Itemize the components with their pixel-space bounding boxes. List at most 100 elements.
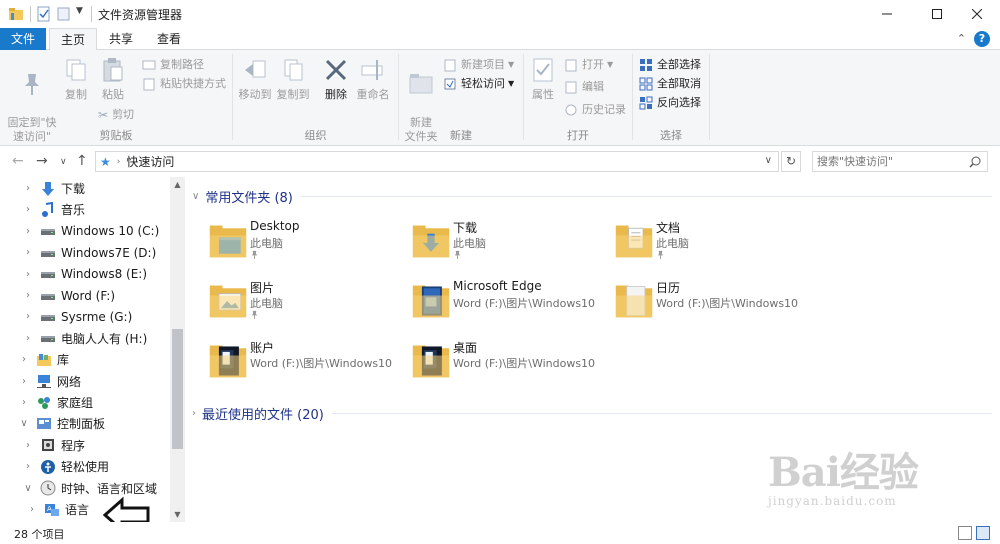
folder-tile[interactable]: 日历 Word (F:)\图片\Windows10 <box>592 277 798 333</box>
collapsed-chevron-icon[interactable]: › <box>22 183 34 194</box>
scroll-up-icon[interactable]: ▲ <box>170 180 185 189</box>
collapsed-chevron-icon[interactable]: › <box>18 354 30 365</box>
minimize-button[interactable] <box>864 0 910 28</box>
nav-scrollbar[interactable]: ▲ ▼ <box>170 177 185 522</box>
nav-item-label: Word (F:) <box>61 288 116 303</box>
folder-tile[interactable]: 图片 此电脑 <box>186 277 386 333</box>
up-button[interactable]: ↑ <box>76 153 88 169</box>
paste-shortcut-button[interactable]: 粘贴快捷方式 <box>142 75 226 93</box>
cut-button[interactable]: ✂ 剪切 <box>98 106 134 124</box>
copy-button[interactable]: 复制 <box>62 56 90 102</box>
back-button[interactable]: ← <box>12 153 24 169</box>
folder-tile[interactable]: 下载 此电脑 <box>389 217 589 273</box>
edit-button[interactable]: 编辑 <box>564 78 604 96</box>
collapse-ribbon-icon[interactable]: ⌃ <box>957 32 966 45</box>
maximize-icon <box>932 9 942 19</box>
collapsed-chevron-icon[interactable]: › <box>22 204 34 215</box>
qa-dropdown-icon[interactable]: ▼ <box>76 6 83 16</box>
nav-item[interactable]: › 电脑人人有 (H:) <box>0 328 170 349</box>
tab-file[interactable]: 文件 <box>0 28 46 50</box>
select-none-icon <box>639 77 653 91</box>
frequent-folders-title: 常用文件夹 (8) <box>205 191 293 206</box>
collapsed-chevron-icon[interactable]: › <box>22 311 34 322</box>
move-to-button[interactable]: 移动到 <box>237 56 273 102</box>
address-dropdown-icon[interactable]: ∨ <box>765 155 772 166</box>
rename-button[interactable]: 重命名 <box>353 56 393 102</box>
collapsed-chevron-icon[interactable]: › <box>22 247 34 258</box>
folder-tile[interactable]: Microsoft Edge Word (F:)\图片\Windows10 <box>389 277 595 333</box>
nav-item[interactable]: › Sysrme (G:) <box>0 306 170 327</box>
refresh-button[interactable]: ↻ <box>781 151 801 172</box>
help-icon[interactable]: ? <box>974 31 990 47</box>
recent-files-header[interactable]: › 最近使用的文件 (20) <box>192 404 992 423</box>
nav-item[interactable]: › 库 <box>0 349 170 370</box>
folder-name: Desktop <box>250 219 300 233</box>
search-box[interactable] <box>812 151 988 172</box>
new-folder-qa-icon[interactable] <box>56 6 72 22</box>
nav-item[interactable]: › Windows7E (D:) <box>0 242 170 263</box>
nav-item[interactable]: › Windows8 (E:) <box>0 264 170 285</box>
collapsed-chevron-icon[interactable]: › <box>26 504 38 515</box>
folder-tile[interactable]: 桌面 Word (F:)\图片\Windows10 <box>389 337 595 393</box>
folder-name: 文档 <box>656 221 681 235</box>
scroll-thumb[interactable] <box>172 329 183 449</box>
collapsed-chevron-icon[interactable]: › <box>18 376 30 387</box>
nav-item[interactable]: › 家庭组 <box>0 392 170 413</box>
nav-item[interactable]: › Windows 10 (C:) <box>0 221 170 242</box>
easy-access-button[interactable]: 轻松访问 ▼ <box>443 75 514 93</box>
collapsed-chevron-icon[interactable]: › <box>18 397 30 408</box>
select-none-button[interactable]: 全部取消 <box>639 75 701 93</box>
collapsed-chevron-icon[interactable]: › <box>22 461 34 472</box>
properties-qa-icon[interactable] <box>36 6 52 22</box>
search-input[interactable] <box>817 155 965 168</box>
address-bar[interactable]: ★ › 快速访问 ∨ <box>95 151 779 172</box>
scroll-down-icon[interactable]: ▼ <box>170 510 185 519</box>
nav-item[interactable]: › 音乐 <box>0 199 170 220</box>
copy-to-button[interactable]: 复制到 <box>275 56 311 102</box>
pin-icon <box>250 310 259 322</box>
nav-item[interactable]: › 下载 <box>0 178 170 199</box>
copy-path-button[interactable]: 复制路径 <box>142 56 204 74</box>
collapsed-chevron-icon[interactable]: › <box>22 440 34 451</box>
details-view-icon[interactable] <box>958 526 972 540</box>
nav-item[interactable]: › 网络 <box>0 371 170 392</box>
tab-view[interactable]: 查看 <box>147 28 191 50</box>
collapsed-chevron-icon[interactable]: › <box>22 269 34 280</box>
collapsed-chevron-icon[interactable]: › <box>22 290 34 301</box>
paste-button[interactable]: 粘贴 <box>96 56 130 102</box>
close-icon <box>972 9 982 19</box>
folder-tile[interactable]: 账户 Word (F:)\图片\Windows10 <box>186 337 392 393</box>
paste-shortcut-label: 粘贴快捷方式 <box>160 77 226 90</box>
new-item-button[interactable]: 新建项目 ▼ <box>443 56 514 74</box>
tab-share[interactable]: 共享 <box>100 28 142 50</box>
clock-icon <box>40 480 56 496</box>
separator <box>30 6 31 22</box>
folder-tile[interactable]: 文档 此电脑 <box>592 217 792 273</box>
folder-tile[interactable]: Desktop 此电脑 <box>186 217 386 273</box>
expanded-chevron-icon[interactable]: ∨ <box>22 483 34 494</box>
rename-icon <box>361 60 383 80</box>
history-button[interactable]: 历史记录 <box>564 101 626 119</box>
nav-item[interactable]: › 轻松使用 <box>0 456 170 477</box>
drive-icon <box>40 288 56 304</box>
nav-item[interactable]: ∨ 控制面板 <box>0 413 170 434</box>
watermark-logo: Bai经验 jingyan.baidu.com <box>768 440 919 508</box>
nav-item[interactable]: › 程序 <box>0 435 170 456</box>
nav-item[interactable]: › Word (F:) <box>0 285 170 306</box>
expanded-chevron-icon[interactable]: ∨ <box>18 418 30 429</box>
clipboard-group-label: 剪贴板 <box>99 129 133 142</box>
invert-selection-button[interactable]: 反向选择 <box>639 94 701 112</box>
properties-button[interactable]: 属性 <box>528 56 558 102</box>
recent-locations-icon[interactable]: ∨ <box>60 157 67 167</box>
collapsed-chevron-icon[interactable]: › <box>22 333 34 344</box>
tab-home[interactable]: 主页 <box>49 28 97 51</box>
forward-button[interactable]: → <box>36 153 48 169</box>
open-button[interactable]: 打开 ▼ <box>564 56 613 74</box>
frequent-folders-header[interactable]: ∨ 常用文件夹 (8) <box>192 187 992 206</box>
select-all-button[interactable]: 全部选择 <box>639 56 701 74</box>
delete-button[interactable]: 删除 <box>321 56 351 102</box>
collapsed-chevron-icon[interactable]: › <box>22 226 34 237</box>
close-button[interactable] <box>954 0 1000 28</box>
large-icons-view-icon[interactable] <box>976 526 990 540</box>
breadcrumb-chevron-icon: › <box>116 156 121 167</box>
